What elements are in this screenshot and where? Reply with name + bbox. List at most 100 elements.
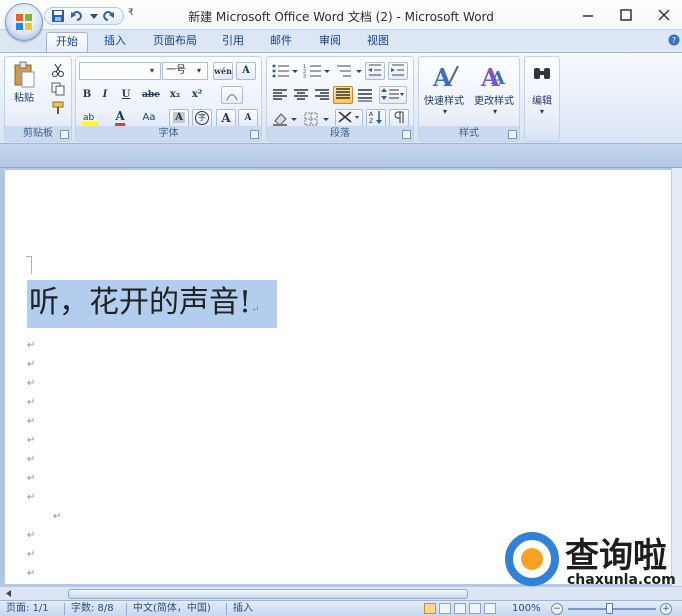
sort-button[interactable]: AZ — [366, 109, 386, 127]
vertical-scrollbar[interactable] — [671, 168, 682, 586]
tab-insert[interactable]: 插入 — [96, 32, 134, 52]
show-marks-button[interactable] — [389, 109, 409, 127]
tab-references[interactable]: 引用 — [214, 32, 252, 52]
decrease-indent-button[interactable] — [365, 62, 385, 80]
paragraph-mark-icon — [394, 111, 404, 123]
font-color-icon: A — [115, 110, 125, 126]
phonetic-guide-button[interactable] — [221, 86, 243, 104]
grow-font-button[interactable]: A — [216, 109, 236, 127]
line-spacing-button[interactable] — [379, 86, 407, 104]
status-language[interactable]: 中文(简体，中国) — [133, 602, 211, 616]
numbering-icon[interactable]: 123 — [303, 63, 331, 79]
cut-icon[interactable] — [51, 63, 65, 77]
tab-page-layout[interactable]: 页面布局 — [144, 32, 206, 52]
zoom-level[interactable]: 100% — [512, 602, 541, 616]
chinese-layout-icon — [338, 111, 359, 123]
borders-icon[interactable] — [303, 111, 331, 127]
change-styles-button[interactable]: AA 更改样式 ▾ — [471, 61, 519, 123]
full-screen-reading-view-icon[interactable] — [439, 603, 451, 614]
horizontal-scroll-thumb[interactable] — [68, 589, 468, 599]
zoom-out-button[interactable]: − — [551, 603, 563, 615]
paragraph-mark: ↵ — [27, 549, 36, 560]
enclose-characters-button[interactable]: 字 — [192, 109, 212, 127]
paragraph-dialog-launcher[interactable] — [402, 130, 411, 139]
clear-format-button[interactable]: wén — [213, 62, 233, 80]
char-shading-button[interactable]: A — [169, 109, 189, 127]
document-area: 听，花开的声音!↵ ↵ ↵ ↵ ↵ ↵ ↵ ↵ ↵ ↵ ↵ ↵ ↵ ↵ — [0, 168, 682, 586]
quick-styles-button[interactable]: A 快速样式 ▾ — [421, 61, 469, 123]
enclose-characters-icon: 字 — [195, 111, 209, 125]
watermark-text-en: chaxunla.com — [567, 572, 676, 588]
paste-button[interactable]: 粘贴 — [9, 60, 39, 110]
tab-review[interactable]: 审阅 — [311, 32, 349, 52]
help-icon[interactable]: ? — [668, 34, 680, 46]
superscript-button[interactable]: x² — [187, 86, 207, 104]
decrease-indent-icon — [368, 64, 381, 76]
font-size-dropdown-icon[interactable]: ▾ — [197, 63, 206, 79]
tab-view[interactable]: 视图 — [359, 32, 397, 52]
minimize-icon[interactable] — [574, 4, 602, 26]
char-border-button-top[interactable]: A — [236, 62, 256, 80]
draft-view-icon[interactable] — [484, 603, 496, 614]
font-name-combo[interactable]: ▾ — [79, 62, 161, 80]
close-icon[interactable] — [650, 4, 678, 26]
tab-home[interactable]: 开始 — [46, 32, 88, 52]
format-painter-icon[interactable] — [51, 101, 65, 115]
subscript-button[interactable]: x₂ — [165, 86, 185, 104]
quick-styles-label: 快速样式 — [424, 96, 464, 107]
font-size-combo[interactable]: 一号 ▾ — [162, 62, 208, 80]
copy-icon[interactable] — [51, 82, 65, 96]
font-color-button[interactable]: A — [107, 109, 133, 127]
document-text[interactable]: 听，花开的声音!↵ — [29, 285, 259, 328]
styles-dialog-launcher[interactable] — [508, 130, 517, 139]
shrink-font-button[interactable]: A — [238, 109, 258, 127]
zoom-slider-thumb[interactable] — [606, 603, 613, 614]
align-center-icon[interactable] — [293, 88, 309, 102]
align-right-icon[interactable] — [314, 88, 330, 102]
outline-view-icon[interactable] — [469, 603, 481, 614]
bullets-icon[interactable] — [271, 63, 299, 79]
superscript-icon: x² — [191, 89, 203, 100]
italic-button[interactable]: I — [97, 86, 113, 104]
web-layout-view-icon[interactable] — [454, 603, 466, 614]
status-insert-mode[interactable]: 插入 — [233, 602, 253, 616]
status-page[interactable]: 页面: 1/1 — [6, 602, 49, 616]
clipboard-dialog-launcher[interactable] — [60, 130, 69, 139]
change-styles-label: 更改样式 — [474, 96, 514, 107]
status-word-count[interactable]: 字数: 8/8 — [71, 602, 114, 616]
office-button[interactable] — [5, 3, 43, 41]
zoom-in-button[interactable]: + — [660, 603, 672, 615]
chinese-layout-button[interactable] — [335, 109, 363, 127]
paragraph-mark: ↵ — [27, 340, 36, 351]
editing-button[interactable]: 编辑 ▾ — [527, 61, 557, 123]
maximize-icon[interactable] — [612, 4, 640, 26]
scroll-left-icon[interactable] — [3, 588, 14, 599]
multilevel-list-icon[interactable] — [335, 63, 363, 79]
underline-button[interactable]: U — [115, 86, 137, 104]
paragraph-group: 123 AZ 段落 — [266, 56, 414, 142]
font-name-dropdown-icon[interactable]: ▾ — [150, 63, 159, 79]
watermark: 查询啦 chaxunla.com — [505, 528, 677, 590]
grow-font-icon: A — [221, 111, 231, 125]
svg-text:?: ? — [672, 36, 676, 45]
change-case-button[interactable]: Aa — [137, 109, 161, 127]
highlight-button[interactable]: ab — [79, 109, 103, 127]
tab-mailings[interactable]: 邮件 — [262, 32, 300, 52]
strikethrough-button[interactable]: abe — [139, 86, 163, 104]
increase-indent-button[interactable] — [388, 62, 408, 80]
paragraph-mark: ↵ — [27, 359, 36, 370]
print-layout-view-icon[interactable] — [424, 603, 436, 614]
shading-icon[interactable] — [271, 111, 299, 127]
bold-icon: B — [82, 89, 92, 100]
paragraph-mark: ↵ — [27, 454, 36, 465]
bold-button[interactable]: B — [79, 86, 95, 104]
status-separator — [126, 603, 127, 615]
paste-label: 粘贴 — [14, 93, 34, 104]
document-page[interactable]: 听，花开的声音!↵ ↵ ↵ ↵ ↵ ↵ ↵ ↵ ↵ ↵ ↵ ↵ ↵ ↵ — [5, 170, 671, 584]
align-left-icon[interactable] — [272, 88, 288, 102]
justify-button[interactable] — [333, 86, 353, 104]
distributed-icon[interactable] — [357, 88, 373, 102]
line-spacing-icon — [381, 88, 404, 100]
margin-corner-mark — [26, 256, 32, 274]
font-dialog-launcher[interactable] — [250, 130, 259, 139]
